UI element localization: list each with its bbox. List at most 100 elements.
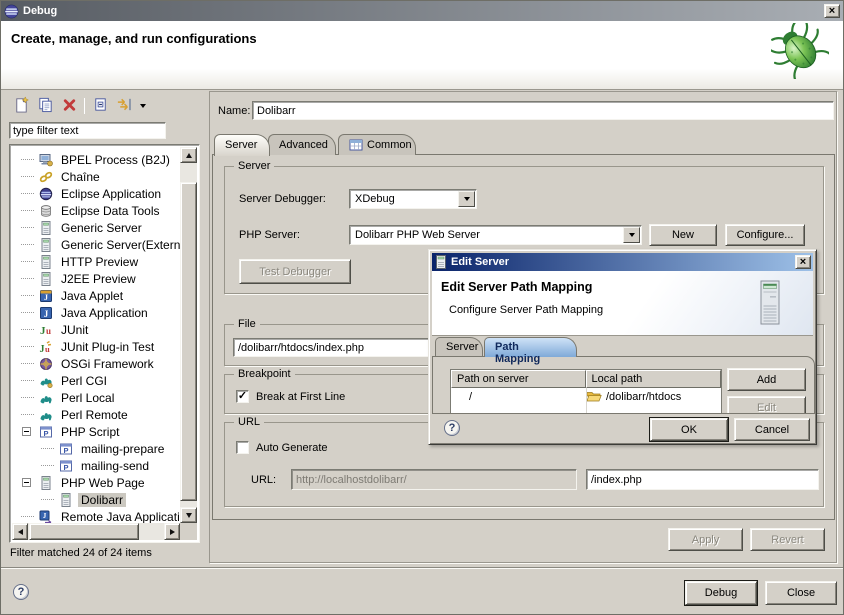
collapse-expander-icon[interactable] [22,427,31,436]
tree-vertical-scrollbar[interactable] [180,147,197,523]
tree-item-mailing-prepare[interactable]: Pmailing-prepare [12,440,180,457]
tree-item-java-application[interactable]: JJava Application [12,304,180,321]
tree-item-perl-cgi[interactable]: Perl CGI [12,372,180,389]
revert-button[interactable]: Revert [750,528,825,551]
scroll-right-button[interactable] [164,523,180,540]
break-first-line-checkbox[interactable]: ✓ [236,390,249,403]
tree-item-junit[interactable]: JuJUnit [12,321,180,338]
new-config-icon [13,96,30,116]
tab-advanced[interactable]: Advanced [268,134,336,155]
tree-item-label: Java Application [58,306,151,320]
server-icon [38,238,53,252]
local-path-cell: /dolibarr/htdocs [606,391,681,403]
tree-item-bpel-process-b2j[interactable]: BPEL Process (B2J) [12,151,180,168]
title-bar[interactable]: Debug × [1,1,843,21]
collapse-expander-icon[interactable] [22,478,31,487]
dialog-title-bar[interactable]: Edit Server × [432,253,813,271]
collapse-all-button[interactable] [88,96,112,116]
column-local-path[interactable]: Local path [586,370,722,388]
tree-item-java-applet[interactable]: JJava Applet [12,287,180,304]
server-icon [58,493,73,507]
apply-button[interactable]: Apply [668,528,743,551]
close-button[interactable]: Close [765,581,837,605]
edit-mapping-button[interactable]: Edit [727,396,806,414]
dialog-help-icon[interactable]: ? [444,420,460,436]
svg-text:u: u [46,326,51,336]
toolbar-menu-button[interactable] [136,96,150,116]
delete-config-button[interactable] [57,96,81,116]
filter-input[interactable] [9,122,166,139]
arrow-right-icon [170,529,175,535]
new-server-button[interactable]: New [649,224,717,246]
tree-item-cha-ne[interactable]: Chaîne [12,168,180,185]
tree-item-junit-plug-in-test[interactable]: JuJUnit Plug-in Test [12,338,180,355]
tree-item-label: Remote Java Application [58,510,180,524]
tree-item-php-script[interactable]: PPHP Script [12,423,180,440]
scroll-down-button[interactable] [180,507,197,523]
configure-server-button[interactable]: Configure... [725,224,805,246]
filter-launch-button[interactable] [112,96,136,116]
tree-item-remote-java-application[interactable]: J Remote Java Application [12,508,180,523]
tab-server[interactable]: Server [214,134,270,156]
header-banner: Create, manage, and run configurations [1,21,843,90]
remote-java-icon: J [38,510,53,524]
horizontal-scroll-thumb[interactable] [29,523,139,540]
dialog-tab-path-mapping[interactable]: Path Mapping [484,337,577,357]
dialog-close-button[interactable]: × [795,255,811,269]
combo-dropdown-button[interactable] [623,227,640,243]
path-mapping-table[interactable]: Path on server Local path //dolibarr/htd… [450,369,722,414]
debug-button[interactable]: Debug [685,581,757,605]
dialog-button-bar: ? OK Cancel [432,414,813,443]
debug-window: Debug × Create, manage, and run configur… [0,0,844,615]
table-header: Path on server Local path [451,370,721,388]
tree-horizontal-scrollbar[interactable] [12,523,180,540]
dialog-tab-server[interactable]: Server [435,337,483,356]
url-path-input[interactable] [586,469,819,490]
tree-item-http-preview[interactable]: HTTP Preview [12,253,180,270]
tree-item-label: Java Applet [58,289,126,303]
tree-item-php-web-page[interactable]: PHP Web Page [12,474,180,491]
tree-item-eclipse-data-tools[interactable]: Eclipse Data Tools [12,202,180,219]
close-window-button[interactable]: × [824,4,840,18]
tree-item-perl-local[interactable]: Perl Local [12,389,180,406]
svg-text:P: P [63,462,68,471]
ok-button[interactable]: OK [650,418,728,441]
tree-item-dolibarr[interactable]: Dolibarr [12,491,180,508]
tree-item-j2ee-preview[interactable]: J2EE Preview [12,270,180,287]
test-debugger-button[interactable]: Test Debugger [239,259,351,284]
server-debugger-label: Server Debugger: [239,193,326,205]
add-mapping-button[interactable]: Add [727,368,806,391]
tree-item-osgi-framework[interactable]: OSGi Framework [12,355,180,372]
tree-item-generic-server-external-la[interactable]: Generic Server(External La [12,236,180,253]
auto-generate-checkbox[interactable] [236,441,249,454]
help-icon[interactable]: ? [13,584,29,600]
combo-dropdown-button[interactable] [458,191,475,207]
local-path-cell-wrap: /dolibarr/htdocs [586,390,721,405]
url-label: URL: [251,474,276,486]
perl-icon [38,391,53,405]
server-debugger-combo[interactable]: XDebug [349,189,477,209]
scroll-left-button[interactable] [12,523,28,540]
name-input[interactable] [252,101,834,120]
scroll-up-button[interactable] [180,147,197,163]
tree-item-label: PHP Web Page [58,476,148,490]
bpel-process-icon [38,153,53,167]
tree-guide [21,227,34,228]
eclipse-app-icon [38,187,53,201]
tree-item-label: Perl Remote [58,408,131,422]
tree-item-mailing-send[interactable]: Pmailing-send [12,457,180,474]
tree-item-generic-server[interactable]: Generic Server [12,219,180,236]
tab-common[interactable]: Common [338,134,416,155]
tree-item-perl-remote[interactable]: Perl Remote [12,406,180,423]
tree-item-eclipse-application[interactable]: Eclipse Application [12,185,180,202]
new-config-button[interactable] [9,96,33,116]
database-icon [38,204,53,218]
server-icon [38,221,53,235]
php-server-combo[interactable]: Dolibarr PHP Web Server [349,225,642,245]
server-icon [38,476,53,490]
column-path-on-server[interactable]: Path on server [451,370,586,388]
cancel-button[interactable]: Cancel [734,418,810,441]
duplicate-config-button[interactable] [33,96,57,116]
tree-item-label: BPEL Process (B2J) [58,153,173,167]
vertical-scroll-thumb[interactable] [180,182,197,501]
